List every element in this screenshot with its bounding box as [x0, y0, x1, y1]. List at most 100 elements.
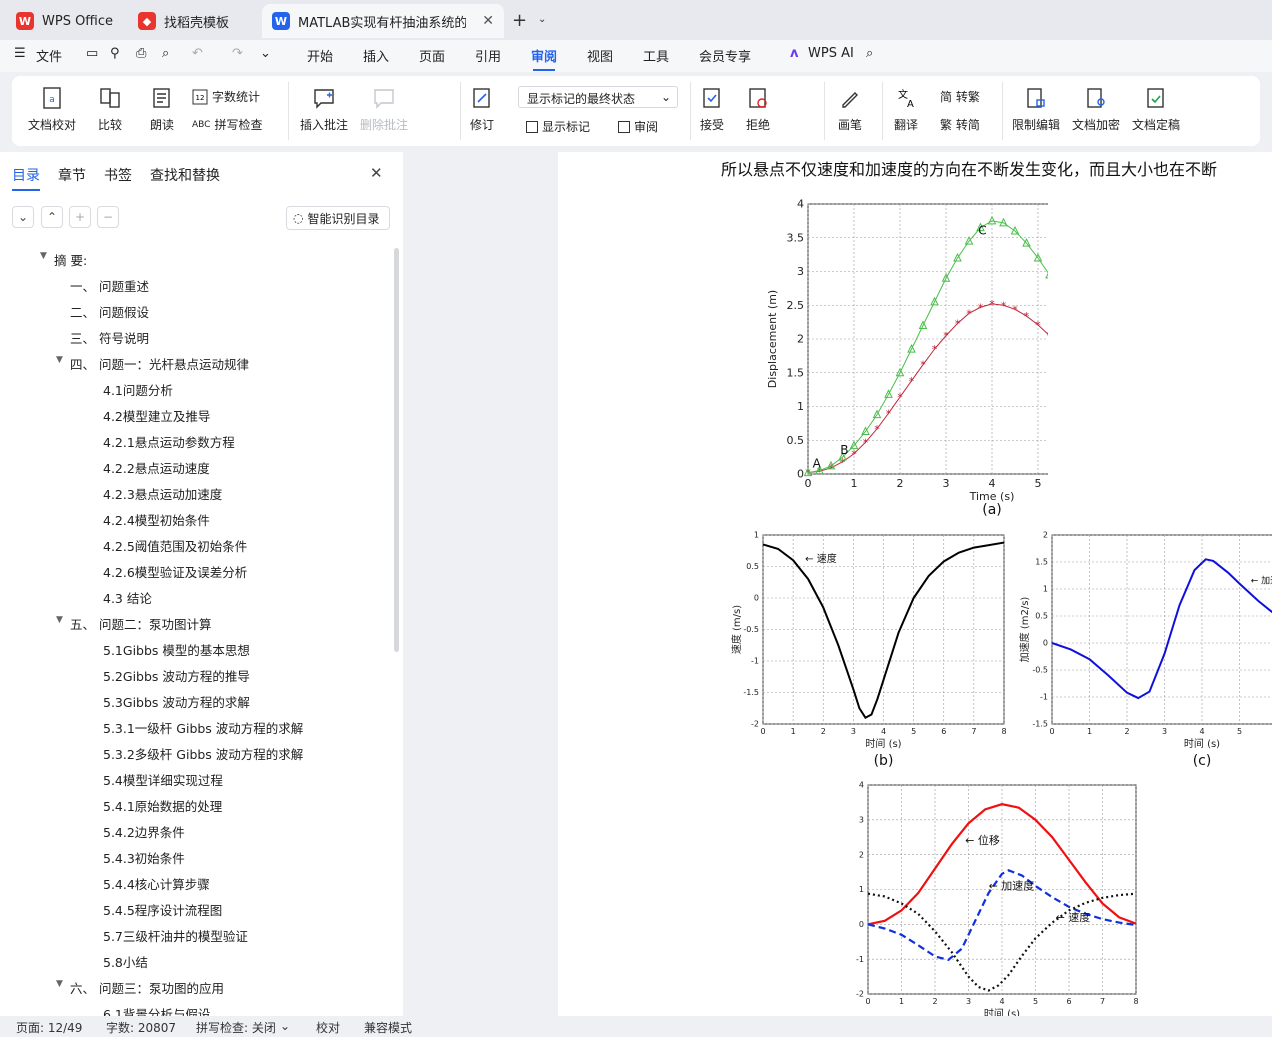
toc-item[interactable]: 4.2.5阈值范围及初始条件 — [103, 536, 247, 555]
toc-item[interactable]: 5.2Gibbs 波动方程的推导 — [103, 666, 250, 685]
toc-item[interactable]: 4.2.1悬点运动参数方程 — [103, 432, 235, 451]
doc-check-button[interactable]: a 文档校对 — [28, 86, 76, 133]
close-icon[interactable]: ✕ — [370, 164, 383, 182]
expand-arrow-icon[interactable]: ▼ — [56, 615, 63, 625]
to-traditional-button[interactable]: 简 转繁 — [940, 88, 980, 105]
expand-arrow-icon[interactable]: ▼ — [56, 979, 63, 989]
comment-add-icon — [314, 89, 334, 109]
menu-review[interactable]: 审阅 — [531, 46, 557, 71]
toc-item[interactable]: 二、 问题假设 — [70, 302, 149, 321]
toc-item[interactable]: 一、 问题重述 — [70, 276, 149, 295]
tab-document[interactable]: W MATLAB实现有杆抽油系统的 ✕ — [262, 4, 504, 38]
expand-arrow-icon[interactable]: ▼ — [56, 355, 63, 365]
toc-item[interactable]: 六、 问题三：泵功图的应用 — [70, 978, 224, 997]
markup-state-select[interactable]: 显示标记的最终状态 ⌄ — [518, 86, 678, 108]
toc-item[interactable]: 5.4.2边界条件 — [103, 822, 185, 841]
menu-reference[interactable]: 引用 — [475, 46, 501, 65]
toc-item[interactable]: 5.3Gibbs 波动方程的求解 — [103, 692, 250, 711]
add-icon[interactable]: + — [69, 206, 91, 228]
toc-item[interactable]: 5.3.1一级杆 Gibbs 波动方程的求解 — [103, 718, 303, 737]
new-tab-plus-icon[interactable]: + — [512, 10, 527, 31]
collapse-down-icon[interactable]: ⌄ — [12, 206, 34, 228]
remove-icon[interactable]: − — [97, 206, 119, 228]
toc-item[interactable]: 5.4.3初始条件 — [103, 848, 185, 867]
redo-icon[interactable]: ↷ — [232, 46, 243, 61]
undo-icon[interactable]: ↶ — [192, 46, 203, 61]
review-pane-button[interactable]: 审阅 — [618, 118, 658, 135]
data-point-marker: * — [1035, 319, 1041, 332]
tab-template[interactable]: ◆ 找稻壳模板 — [128, 4, 258, 38]
menu-insert[interactable]: 插入 — [363, 46, 389, 65]
translate-button[interactable]: 文A 翻译 — [894, 86, 918, 133]
toc-item[interactable]: 5.4.1原始数据的处理 — [103, 796, 222, 815]
y-axis-label: 速度 (m/s) — [730, 605, 743, 654]
expand-up-icon[interactable]: ⌃ — [41, 206, 63, 228]
toc-item[interactable]: 4.2.4模型初始条件 — [103, 510, 210, 529]
tab-bookmarks[interactable]: 书签 — [104, 165, 132, 185]
toc-item[interactable]: 4.1问题分析 — [103, 380, 173, 399]
encrypt-button[interactable]: 文档加密 — [1072, 86, 1120, 133]
share-icon[interactable]: ⚲ — [110, 46, 120, 61]
more-chevron-icon[interactable]: ⌄ — [260, 46, 271, 61]
chevron-down-icon[interactable]: ⌄ — [280, 1019, 290, 1033]
tab-sections[interactable]: 章节 — [58, 165, 86, 185]
toc-item[interactable]: 5.7三级杆油井的模型验证 — [103, 926, 248, 945]
toc-item[interactable]: 4.2.2悬点运动速度 — [103, 458, 210, 477]
toc-item[interactable]: 6.1背景分析与假设 — [103, 1004, 210, 1016]
tab-toc[interactable]: 目录 — [12, 165, 40, 191]
menu-file[interactable]: 文件 — [36, 46, 62, 65]
print-icon[interactable]: ⎙ — [136, 46, 146, 61]
finalize-doc-icon — [1147, 88, 1164, 108]
toc-item[interactable]: 5.4模型详细实现过程 — [103, 770, 223, 789]
to-simplified-button[interactable]: 繁 转简 — [940, 116, 980, 133]
reject-button[interactable]: 拒绝 — [746, 86, 770, 133]
toc-item[interactable]: 4.2.6模型验证及误差分析 — [103, 562, 247, 581]
toc-item[interactable]: 4.2模型建立及推导 — [103, 406, 210, 425]
toc-item[interactable]: 5.4.4核心计算步骤 — [103, 874, 210, 893]
tab-find-replace[interactable]: 查找和替换 — [150, 165, 220, 185]
toc-item[interactable]: 5.1Gibbs 模型的基本思想 — [103, 640, 250, 659]
menu-member[interactable]: 会员专享 — [699, 46, 751, 65]
toc-item[interactable]: 四、 问题一：光杆悬点运动规律 — [70, 354, 249, 373]
menu-home[interactable]: 开始 — [307, 46, 333, 65]
word-count-button[interactable]: 12 字数统计 — [192, 88, 260, 105]
toc-item[interactable]: 5.8小结 — [103, 952, 148, 971]
smart-toc-button[interactable]: ◌ 智能识别目录 — [286, 206, 390, 230]
spell-check-status[interactable]: 拼写检查: 关闭 — [196, 1019, 276, 1036]
toc-item[interactable]: 5.4.5程序设计流程图 — [103, 900, 222, 919]
revise-button[interactable]: 修订 — [470, 86, 494, 133]
menu-page[interactable]: 页面 — [419, 46, 445, 65]
finalize-button[interactable]: 文档定稿 — [1132, 86, 1180, 133]
toc-item[interactable]: 5.3.2多级杆 Gibbs 波动方程的求解 — [103, 744, 303, 763]
compare-label: 比较 — [98, 118, 123, 132]
page-indicator[interactable]: 页面: 12/49 — [16, 1019, 82, 1036]
word-count-indicator[interactable]: 字数: 20807 — [106, 1019, 176, 1036]
insert-comment-button[interactable]: 插入批注 — [300, 86, 348, 133]
print-preview-icon[interactable]: ⌕ — [162, 46, 169, 61]
toc-item[interactable]: 摘 要: — [54, 250, 87, 269]
compare-button[interactable]: 比较 — [98, 86, 122, 133]
expand-arrow-icon[interactable]: ▼ — [40, 251, 47, 261]
toc-item[interactable]: 三、 符号说明 — [70, 328, 149, 347]
proofread-status[interactable]: 校对 — [316, 1019, 340, 1036]
menu-icon[interactable]: ☰ — [14, 46, 26, 61]
accept-button[interactable]: 接受 — [700, 86, 724, 133]
chevron-down-icon[interactable]: ⌄ — [538, 14, 546, 25]
save-icon[interactable]: ▭ — [86, 46, 98, 61]
read-aloud-button[interactable]: 朗读 — [150, 86, 174, 133]
pen-button[interactable]: 画笔 — [838, 86, 862, 133]
toc-item[interactable]: 4.3 结论 — [103, 588, 152, 607]
menu-view[interactable]: 视图 — [587, 46, 613, 65]
show-markup-button[interactable]: 显示标记 — [526, 118, 590, 135]
close-icon[interactable]: ✕ — [482, 13, 494, 29]
toc-scrollbar[interactable] — [394, 248, 399, 652]
menu-tools[interactable]: 工具 — [643, 46, 669, 65]
toc-item[interactable]: 4.2.3悬点运动加速度 — [103, 484, 222, 503]
toc-item[interactable]: 五、 问题二：泵功图计算 — [70, 614, 211, 633]
restrict-edit-button[interactable]: 限制编辑 — [1012, 86, 1060, 133]
search-icon[interactable]: ⌕ — [866, 46, 873, 61]
spell-check-button[interactable]: ABC 拼写检查 — [192, 116, 262, 133]
tab-wps-office[interactable]: W WPS Office — [6, 4, 124, 38]
menu-wps-ai[interactable]: WPS AI — [808, 46, 854, 61]
delete-comment-button[interactable]: 删除批注 — [360, 86, 408, 133]
